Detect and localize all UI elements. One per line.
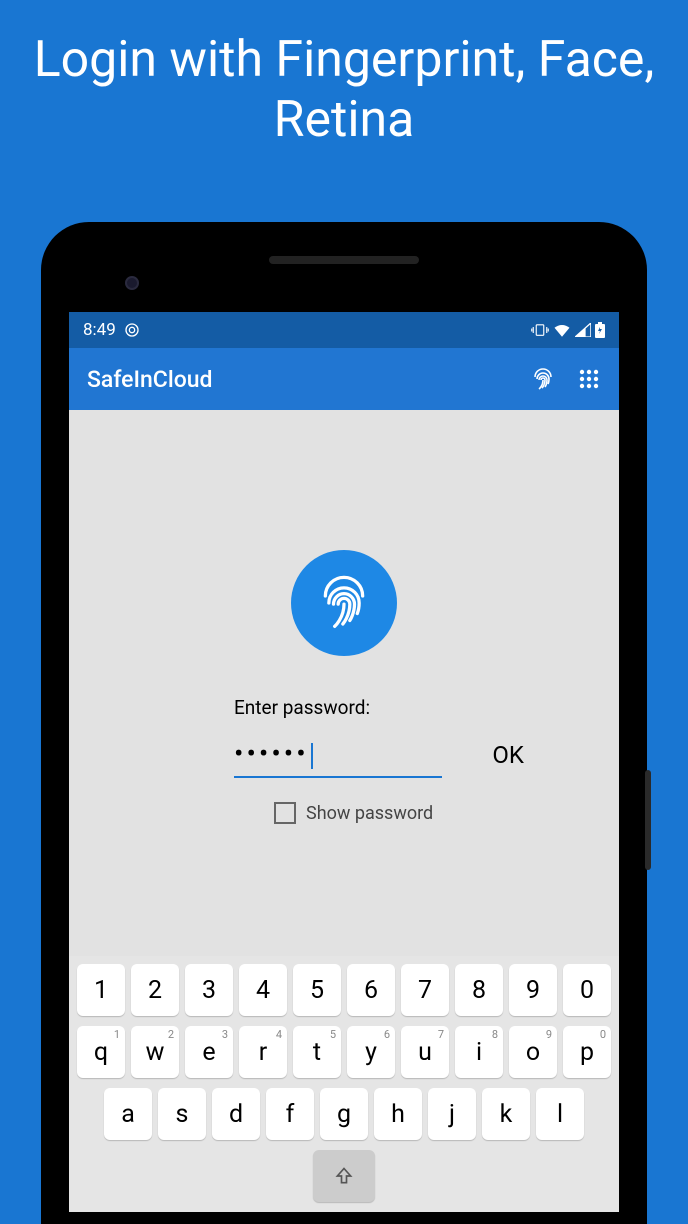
key-y[interactable]: y6 [347,1026,395,1078]
phone-speaker [269,256,419,264]
key-shift[interactable] [313,1150,375,1202]
vibrate-icon [531,323,549,337]
key-p[interactable]: p0 [563,1026,611,1078]
key-3[interactable]: 3 [185,964,233,1016]
key-h[interactable]: h [374,1088,422,1140]
ok-button[interactable]: OK [492,741,524,769]
status-time: 8:49 [83,320,116,340]
key-e[interactable]: e3 [185,1026,233,1078]
signal-icon [575,323,591,337]
key-6[interactable]: 6 [347,964,395,1016]
app-bar: SafeInCloud [69,348,619,410]
key-j[interactable]: j [428,1088,476,1140]
key-d[interactable]: d [212,1088,260,1140]
show-password-label: Show password [306,803,433,824]
phone-screen: 8:49 [69,312,619,1212]
key-w[interactable]: w2 [131,1026,179,1078]
key-2[interactable]: 2 [131,964,179,1016]
on-screen-keyboard: 1234567890 q1w2e3r4t5y6u7i8o9p0 asdfghjk… [69,956,619,1212]
key-u[interactable]: u7 [401,1026,449,1078]
key-s[interactable]: s [158,1088,206,1140]
key-g[interactable]: g [320,1088,368,1140]
key-4[interactable]: 4 [239,964,287,1016]
key-l[interactable]: l [536,1088,584,1140]
key-q[interactable]: q1 [77,1026,125,1078]
key-t[interactable]: t5 [293,1026,341,1078]
phone-camera [125,276,139,290]
key-0[interactable]: 0 [563,964,611,1016]
fingerprint-button[interactable] [291,550,397,656]
login-content: Enter password: •••••• OK Show password [69,410,619,956]
key-5[interactable]: 5 [293,964,341,1016]
app-title: SafeInCloud [87,366,213,393]
password-label: Enter password: [234,696,524,719]
key-9[interactable]: 9 [509,964,557,1016]
key-a[interactable]: a [104,1088,152,1140]
key-r[interactable]: r4 [239,1026,287,1078]
key-k[interactable]: k [482,1088,530,1140]
battery-icon [595,322,605,338]
key-1[interactable]: 1 [77,964,125,1016]
keypad-icon[interactable] [577,367,601,391]
phone-side-button [645,770,651,870]
fingerprint-toolbar-icon[interactable] [531,367,555,391]
password-field[interactable]: •••••• [234,737,442,778]
key-i[interactable]: i8 [455,1026,503,1078]
key-7[interactable]: 7 [401,964,449,1016]
key-f[interactable]: f [266,1088,314,1140]
app-status-icon [124,322,140,338]
key-8[interactable]: 8 [455,964,503,1016]
phone-frame: 8:49 [41,222,647,1224]
status-bar: 8:49 [69,312,619,348]
hero-title: Login with Fingerprint, Face, Retina [0,0,688,170]
wifi-icon [553,323,571,337]
key-o[interactable]: o9 [509,1026,557,1078]
show-password-checkbox[interactable] [274,802,296,824]
